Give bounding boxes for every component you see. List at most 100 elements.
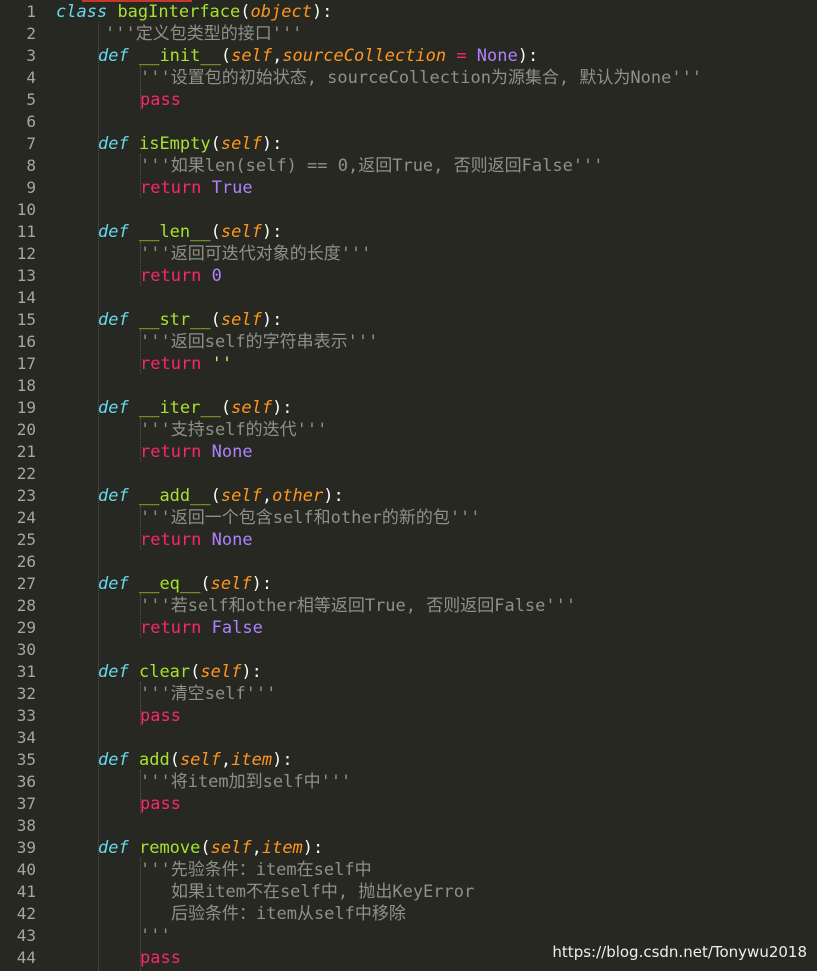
keyword: def bbox=[98, 838, 129, 858]
watermark: https://blog.csdn.net/Tonywu2018 bbox=[552, 943, 807, 961]
line-number: 24 bbox=[16, 508, 36, 527]
operator: = bbox=[446, 46, 477, 66]
keyword: def bbox=[98, 662, 129, 682]
line-number: 16 bbox=[16, 332, 36, 351]
keyword: def bbox=[98, 46, 129, 66]
line-number: 25 bbox=[16, 530, 36, 549]
code-line[interactable]: pass bbox=[140, 793, 181, 815]
docstring: '''支持self的迭代''' bbox=[140, 420, 328, 440]
code-line[interactable]: def __add__(self,other): bbox=[98, 485, 344, 507]
line-number: 26 bbox=[16, 552, 36, 571]
keyword: def bbox=[98, 750, 129, 770]
constant: None bbox=[211, 442, 253, 462]
function-name: __eq__ bbox=[138, 574, 201, 594]
code-line[interactable]: '''设置包的初始状态, sourceCollection为源集合, 默认为No… bbox=[140, 67, 702, 89]
code-line[interactable]: pass bbox=[140, 947, 181, 969]
docstring: '''返回self的字符串表示''' bbox=[140, 332, 379, 352]
code-line[interactable]: return None bbox=[140, 441, 253, 463]
docstring: 如果item不在self中, 抛出KeyError bbox=[171, 882, 475, 902]
code-line[interactable]: def __iter__(self): bbox=[98, 397, 293, 419]
param: sourceCollection bbox=[282, 46, 447, 66]
line-number: 23 bbox=[16, 486, 36, 505]
line-number: 39 bbox=[16, 838, 36, 857]
code-line[interactable]: def __str__(self): bbox=[98, 309, 282, 331]
code-line[interactable]: return None bbox=[140, 529, 253, 551]
keyword: def bbox=[98, 574, 129, 594]
constant: 0 bbox=[211, 266, 222, 286]
function-name: isEmpty bbox=[138, 134, 211, 154]
code-line[interactable]: class bagInterface(object): bbox=[56, 1, 332, 23]
constant: True bbox=[211, 178, 253, 198]
line-number: 43 bbox=[16, 926, 36, 945]
code-line[interactable]: def remove(self,item): bbox=[98, 837, 323, 859]
param: self bbox=[220, 222, 262, 242]
docstring: '''如果len(self) == 0,返回True, 否则返回False''' bbox=[140, 156, 604, 176]
code-line[interactable]: '''先验条件：item在self中 bbox=[140, 859, 372, 881]
line-number: 14 bbox=[16, 288, 36, 307]
code-line[interactable]: '''支持self的迭代''' bbox=[140, 419, 327, 441]
code-line[interactable]: '''如果len(self) == 0,返回True, 否则返回False''' bbox=[140, 155, 604, 177]
code-line[interactable]: return True bbox=[140, 177, 253, 199]
code-line[interactable]: '''将item加到self中''' bbox=[140, 771, 351, 793]
line-number: 35 bbox=[16, 750, 36, 769]
keyword: pass bbox=[140, 706, 181, 726]
code-line[interactable]: '''清空self''' bbox=[140, 683, 276, 705]
line-number: 42 bbox=[16, 904, 36, 923]
keyword: return bbox=[140, 442, 202, 462]
line-number: 20 bbox=[16, 420, 36, 439]
keyword: return bbox=[140, 178, 202, 198]
param: other bbox=[272, 486, 324, 506]
docstring: '''返回一个包含self和other的新的包''' bbox=[140, 508, 481, 528]
line-number: 36 bbox=[16, 772, 36, 791]
code-line[interactable]: return '' bbox=[140, 353, 232, 375]
keyword: return bbox=[140, 530, 202, 550]
line-number: 4 bbox=[26, 68, 36, 87]
line-number: 19 bbox=[16, 398, 36, 417]
code-line[interactable]: pass bbox=[140, 705, 181, 727]
docstring: '''将item加到self中''' bbox=[140, 772, 352, 792]
line-number: 28 bbox=[16, 596, 36, 615]
param: self bbox=[220, 134, 262, 154]
code-line[interactable]: '''返回self的字符串表示''' bbox=[140, 331, 378, 353]
code-line[interactable]: return False bbox=[140, 617, 263, 639]
keyword: pass bbox=[140, 90, 181, 110]
code-line[interactable]: def __init__(self,sourceCollection = Non… bbox=[98, 45, 538, 67]
code-line[interactable]: def isEmpty(self): bbox=[98, 133, 282, 155]
code-line[interactable]: return 0 bbox=[140, 265, 222, 287]
code-line[interactable]: 如果item不在self中, 抛出KeyError bbox=[171, 881, 474, 903]
line-number: 33 bbox=[16, 706, 36, 725]
line-number: 7 bbox=[26, 134, 36, 153]
param: self bbox=[210, 838, 252, 858]
line-number: 12 bbox=[16, 244, 36, 263]
code-line[interactable]: ''' bbox=[140, 925, 171, 947]
line-number: 18 bbox=[16, 376, 36, 395]
code-line[interactable]: 后验条件：item从self中移除 bbox=[171, 903, 406, 925]
code-line[interactable]: def __len__(self): bbox=[98, 221, 282, 243]
line-number: 30 bbox=[16, 640, 36, 659]
code-line[interactable]: def __eq__(self): bbox=[98, 573, 272, 595]
string-literal: '' bbox=[211, 354, 233, 374]
line-number: 5 bbox=[26, 90, 36, 109]
line-number: 40 bbox=[16, 860, 36, 879]
code-line[interactable]: def clear(self): bbox=[98, 661, 262, 683]
code-line[interactable]: '''定义包类型的接口''' bbox=[105, 23, 302, 45]
code-line[interactable]: '''返回可迭代对象的长度''' bbox=[140, 243, 371, 265]
line-number: 21 bbox=[16, 442, 36, 461]
line-number: 44 bbox=[16, 948, 36, 967]
code-line[interactable]: '''返回一个包含self和other的新的包''' bbox=[140, 507, 481, 529]
param: self bbox=[210, 574, 252, 594]
keyword: def bbox=[98, 310, 129, 330]
keyword: def bbox=[98, 134, 129, 154]
param: self bbox=[220, 486, 262, 506]
param: self bbox=[200, 662, 242, 682]
function-name: __init__ bbox=[138, 46, 221, 66]
function-name: add bbox=[138, 750, 170, 770]
code-line[interactable]: '''若self和other相等返回True, 否则返回False''' bbox=[140, 595, 576, 617]
line-number: 41 bbox=[16, 882, 36, 901]
code-editor[interactable]: 1 2 3 4 5 6 7 8 9 10 11 12 13 14 15 16 1… bbox=[0, 0, 817, 971]
line-number: 27 bbox=[16, 574, 36, 593]
function-name: __add__ bbox=[138, 486, 211, 506]
code-line[interactable]: pass bbox=[140, 89, 181, 111]
code-line[interactable]: def add(self,item): bbox=[98, 749, 293, 771]
line-number: 38 bbox=[16, 816, 36, 835]
